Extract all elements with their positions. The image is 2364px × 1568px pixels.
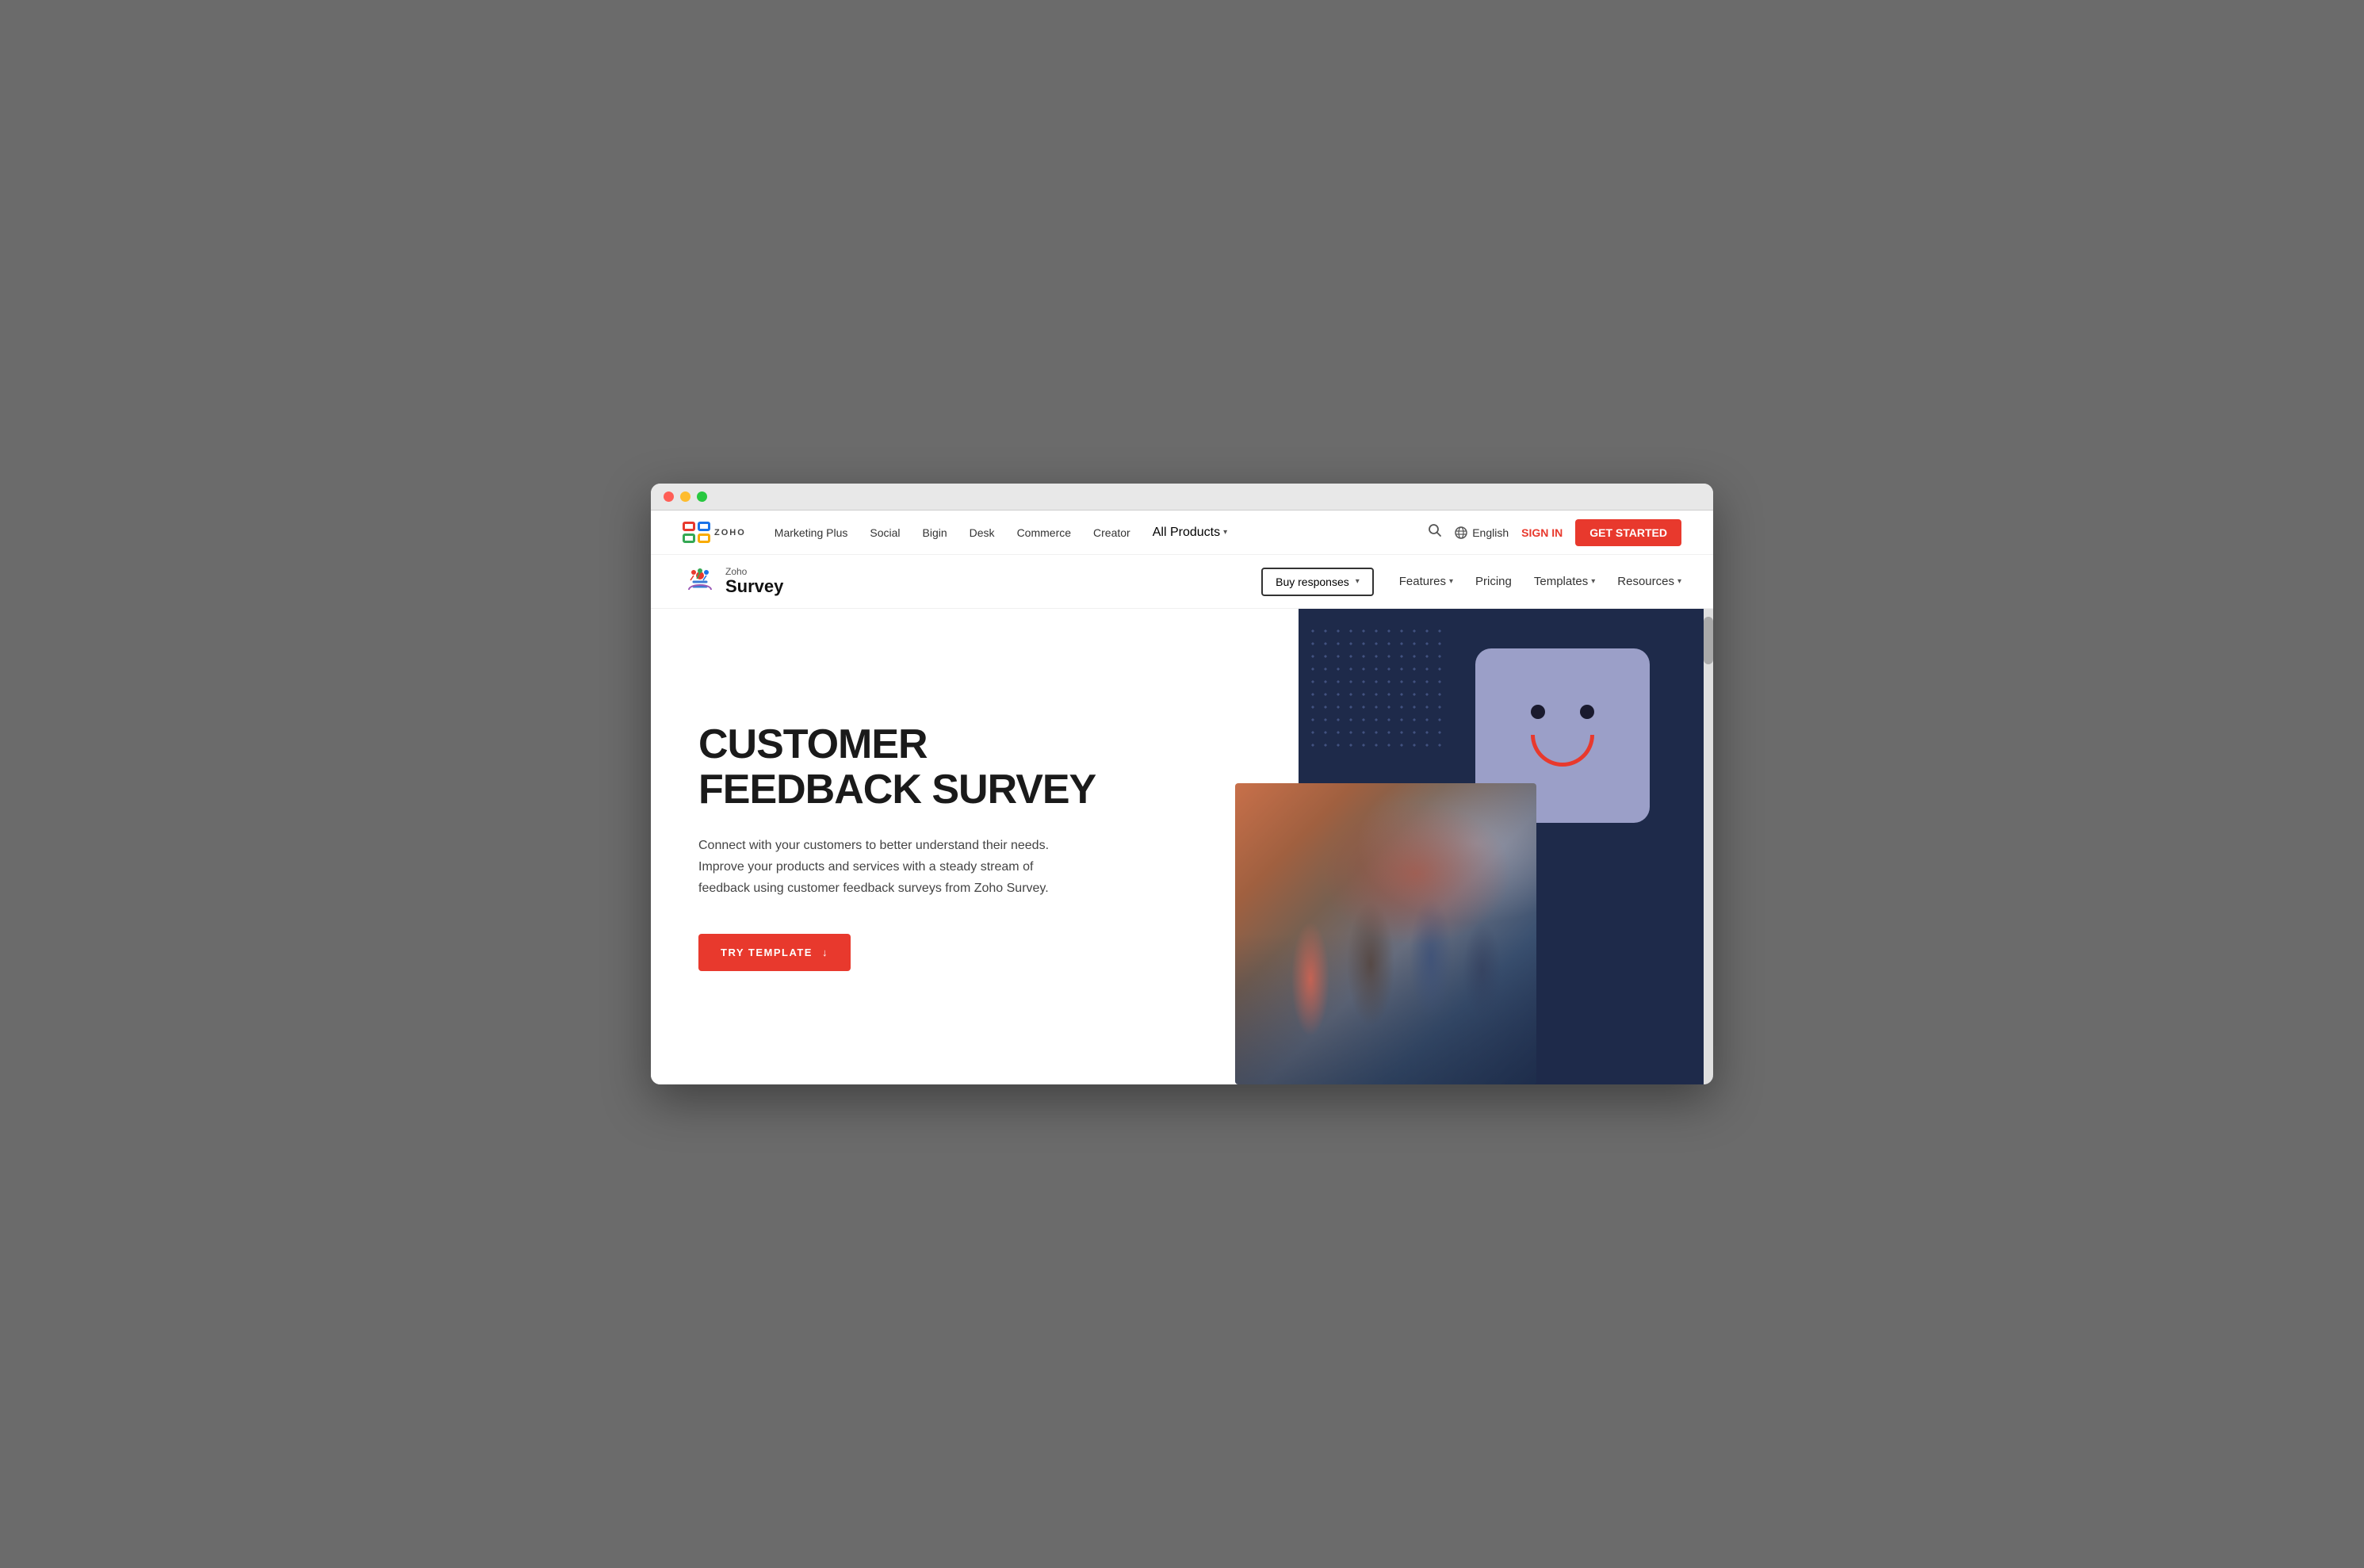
- nav-marketing-plus[interactable]: Marketing Plus: [775, 526, 848, 539]
- buy-responses-button[interactable]: Buy responses ▾: [1261, 568, 1374, 596]
- nav-desk[interactable]: Desk: [970, 526, 995, 539]
- hero-title: CUSTOMER FEEDBACK SURVEY: [698, 722, 1195, 813]
- dots-pattern-decoration: [1306, 625, 1449, 751]
- chevron-down-icon: ▾: [1591, 577, 1595, 586]
- close-button[interactable]: [664, 491, 674, 502]
- nav-features[interactable]: Features ▾: [1399, 575, 1453, 588]
- photo-simulation: [1235, 783, 1536, 1084]
- language-label: English: [1472, 526, 1509, 539]
- survey-logo-icon: [683, 564, 717, 599]
- language-selector[interactable]: English: [1455, 526, 1509, 539]
- hero-content: CUSTOMER FEEDBACK SURVEY Connect with yo…: [651, 609, 1235, 1084]
- chevron-down-icon: ▾: [1356, 577, 1360, 586]
- survey-brand-label: Survey: [725, 577, 783, 596]
- get-started-button[interactable]: GET STARTED: [1575, 519, 1681, 546]
- smiley-eye-left: [1531, 705, 1545, 719]
- nav-creator[interactable]: Creator: [1093, 526, 1130, 539]
- nav-commerce[interactable]: Commerce: [1017, 526, 1071, 539]
- scrollbar-thumb[interactable]: [1704, 617, 1713, 664]
- page-scrollbar[interactable]: [1704, 609, 1713, 1084]
- logo-square-blue: [698, 522, 710, 531]
- maximize-button[interactable]: [697, 491, 707, 502]
- survey-nav-links: Features ▾ Pricing Templates ▾ Resources…: [1399, 575, 1681, 588]
- search-icon[interactable]: [1428, 523, 1442, 541]
- top-nav-right: English SIGN IN GET STARTED: [1428, 519, 1681, 546]
- smiley-eye-right: [1580, 705, 1594, 719]
- sign-in-button[interactable]: SIGN IN: [1521, 526, 1563, 539]
- nav-templates[interactable]: Templates ▾: [1534, 575, 1595, 588]
- hero-photo: [1235, 783, 1536, 1084]
- try-template-button[interactable]: TRY TEMPLATE ↓: [698, 934, 851, 971]
- nav-resources[interactable]: Resources ▾: [1617, 575, 1681, 588]
- nav-bigin[interactable]: Bigin: [923, 526, 947, 539]
- chevron-down-icon: ▾: [1449, 577, 1453, 586]
- chevron-down-icon: ▾: [1677, 577, 1681, 586]
- nav-pricing[interactable]: Pricing: [1475, 575, 1512, 588]
- hero-image-area: [1235, 609, 1713, 1084]
- smiley-eyes: [1531, 705, 1594, 719]
- nav-all-products[interactable]: All Products ▾: [1153, 526, 1227, 540]
- product-links: Marketing Plus Social Bigin Desk Commerc…: [775, 526, 1227, 540]
- browser-chrome: [651, 484, 1713, 511]
- minimize-button[interactable]: [680, 491, 690, 502]
- survey-logo[interactable]: Zoho Survey: [683, 564, 783, 599]
- zoho-logo-squares: [683, 522, 711, 544]
- smiley-mouth: [1531, 735, 1594, 767]
- survey-logo-text: Zoho Survey: [725, 567, 783, 596]
- logo-square-green: [683, 534, 695, 543]
- chevron-down-icon: ▾: [1223, 528, 1227, 537]
- browser-window: ZOHO Marketing Plus Social Bigin Desk Co…: [651, 484, 1713, 1084]
- hero-section: CUSTOMER FEEDBACK SURVEY Connect with yo…: [651, 609, 1713, 1084]
- hero-description: Connect with your customers to better un…: [698, 835, 1079, 900]
- top-nav-left: ZOHO Marketing Plus Social Bigin Desk Co…: [683, 522, 1227, 544]
- logo-square-red: [683, 522, 695, 531]
- logo-square-yellow: [698, 534, 710, 543]
- zoho-brand-text: ZOHO: [714, 528, 746, 537]
- top-product-nav: ZOHO Marketing Plus Social Bigin Desk Co…: [651, 511, 1713, 555]
- arrow-down-icon: ↓: [822, 947, 828, 958]
- survey-nav-right: Buy responses ▾ Features ▾ Pricing Templ…: [1261, 568, 1681, 596]
- survey-nav: Zoho Survey Buy responses ▾ Features ▾ P…: [651, 555, 1713, 609]
- nav-social[interactable]: Social: [870, 526, 900, 539]
- zoho-logo[interactable]: ZOHO: [683, 522, 746, 544]
